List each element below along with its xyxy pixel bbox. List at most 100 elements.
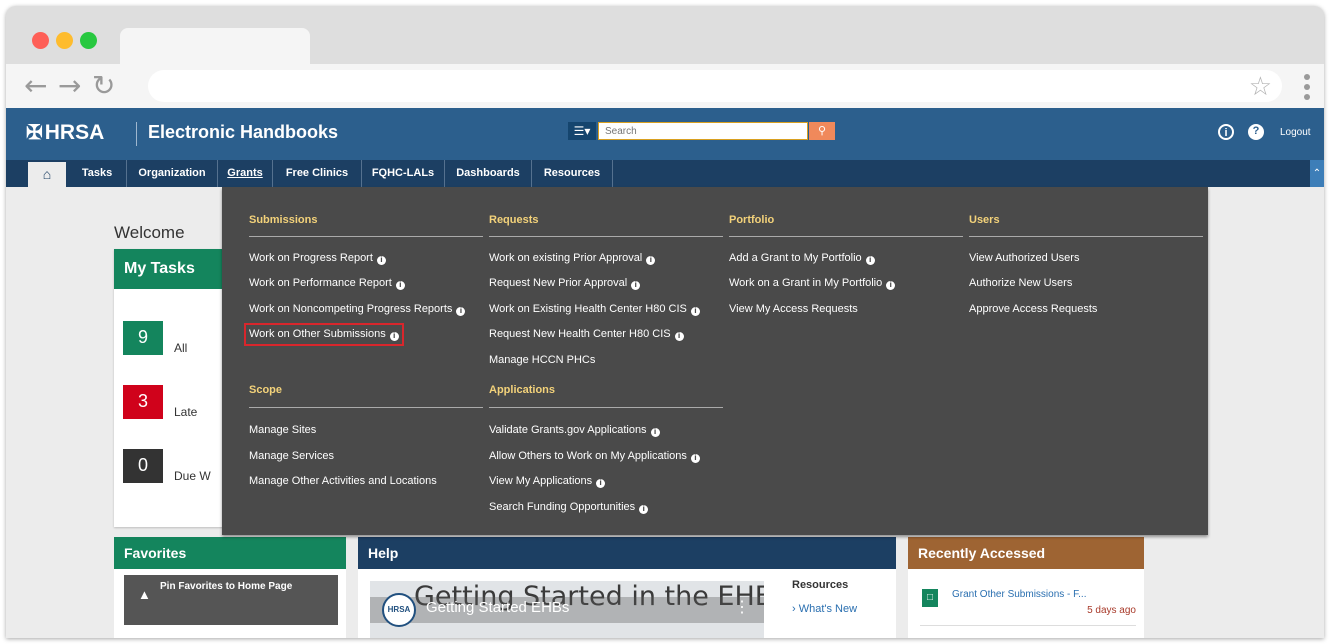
info-icon[interactable]: i bbox=[456, 307, 466, 316]
info-icon[interactable]: i bbox=[865, 256, 875, 265]
portfolio-rule bbox=[729, 236, 963, 237]
page-viewport: ✠HRSA Electronic Handbooks ☰▾ ⚲ i ? Logo… bbox=[6, 108, 1324, 638]
nav-free-clinics[interactable]: Free Clinics bbox=[273, 160, 362, 187]
tasks-late-label[interactable]: Late bbox=[174, 405, 197, 419]
tasks-all-label[interactable]: All bbox=[174, 341, 187, 355]
nav-dashboards[interactable]: Dashboards bbox=[445, 160, 532, 187]
nav-grants[interactable]: Grants bbox=[218, 160, 273, 187]
browser-menu-icon[interactable] bbox=[1304, 74, 1312, 104]
submissions-heading: Submissions bbox=[249, 214, 318, 226]
info-icon[interactable]: i bbox=[674, 332, 684, 341]
collapse-chevron-icon[interactable]: ⌃ bbox=[1310, 160, 1324, 187]
favorites-card: Favorites ▲ Pin Favorites to Home Page bbox=[114, 537, 346, 638]
menu-link-work-grant-portfolio[interactable]: Work on a Grant in My Portfolio i bbox=[729, 277, 896, 290]
menu-link-approve-access-requests[interactable]: Approve Access Requests bbox=[969, 303, 1097, 315]
video-channel-logo: HRSA bbox=[382, 593, 416, 627]
info-icon[interactable]: i bbox=[389, 332, 399, 341]
menu-link-authorize-new-users[interactable]: Authorize New Users bbox=[969, 277, 1072, 289]
menu-link-allow-others[interactable]: Allow Others to Work on My Applications i bbox=[489, 450, 700, 463]
menu-link-validate-applications[interactable]: Validate Grants.gov Applications i bbox=[489, 424, 660, 437]
tasks-all-count[interactable]: 9 bbox=[123, 321, 163, 355]
nav-fqhc-lals[interactable]: FQHC-LALs bbox=[362, 160, 445, 187]
menu-link-other-submissions[interactable]: Work on Other Submissions i bbox=[244, 323, 404, 346]
submissions-rule bbox=[249, 236, 483, 237]
users-heading: Users bbox=[969, 214, 1000, 226]
info-icon[interactable]: i bbox=[690, 307, 700, 316]
search-input[interactable] bbox=[598, 122, 808, 140]
menu-link-new-prior-approval[interactable]: Request New Prior Approval i bbox=[489, 277, 641, 290]
minimize-window-button[interactable] bbox=[56, 32, 73, 49]
video-more-icon[interactable]: ⋮ bbox=[734, 597, 750, 617]
nav-resources[interactable]: Resources bbox=[532, 160, 613, 187]
home-icon[interactable]: ⌂ bbox=[28, 162, 66, 187]
search-button[interactable]: ⚲ bbox=[809, 122, 835, 140]
info-icon[interactable]: i bbox=[646, 256, 656, 265]
info-icon[interactable]: i bbox=[596, 479, 606, 488]
menu-link-view-my-applications[interactable]: View My Applications i bbox=[489, 475, 606, 488]
pin-icon: ▲ bbox=[138, 587, 151, 602]
scope-heading: Scope bbox=[249, 384, 283, 396]
bookmark-star-icon[interactable]: ☆ bbox=[1249, 72, 1272, 102]
hamburger-menu-icon[interactable]: ☰▾ bbox=[568, 122, 596, 140]
hrsa-logo[interactable]: ✠HRSA bbox=[26, 120, 104, 145]
logout-link[interactable]: Logout bbox=[1280, 127, 1311, 138]
nav-tasks[interactable]: Tasks bbox=[68, 160, 127, 187]
menu-link-progress-report[interactable]: Work on Progress Report i bbox=[249, 252, 386, 265]
menu-link-existing-prior-approval[interactable]: Work on existing Prior Approval i bbox=[489, 252, 656, 265]
requests-rule bbox=[489, 236, 723, 237]
menu-link-manage-services[interactable]: Manage Services bbox=[249, 450, 334, 462]
info-icon[interactable]: i bbox=[631, 281, 641, 290]
hhs-eagle-icon: ✠ bbox=[26, 122, 43, 144]
pin-favorites-label: Pin Favorites to Home Page bbox=[160, 581, 293, 592]
info-icon[interactable]: i bbox=[376, 256, 386, 265]
scope-rule bbox=[249, 407, 483, 408]
document-icon: □ bbox=[922, 589, 938, 607]
tasks-due-count[interactable]: 0 bbox=[123, 449, 163, 483]
requests-heading: Requests bbox=[489, 214, 539, 226]
help-video[interactable]: Getting Started in the EHBs! HRSA Gettin… bbox=[370, 581, 764, 638]
app-title: Electronic Handbooks bbox=[148, 122, 339, 142]
recent-item-link[interactable]: Grant Other Submissions - F... bbox=[952, 589, 1087, 600]
tasks-late-count[interactable]: 3 bbox=[123, 385, 163, 419]
menu-link-view-authorized-users[interactable]: View Authorized Users bbox=[969, 252, 1079, 264]
close-window-button[interactable] bbox=[32, 32, 49, 49]
info-icon[interactable]: i bbox=[395, 281, 405, 290]
help-question-icon[interactable]: ? bbox=[1248, 124, 1264, 140]
menu-link-manage-sites[interactable]: Manage Sites bbox=[249, 424, 316, 436]
address-bar[interactable] bbox=[148, 70, 1282, 102]
recent-item-time: 5 days ago bbox=[1087, 605, 1136, 616]
whats-new-link[interactable]: › What's New bbox=[792, 603, 857, 615]
info-icon[interactable]: i bbox=[690, 454, 700, 463]
recently-accessed-card: Recently Accessed □ Grant Other Submissi… bbox=[908, 537, 1144, 638]
users-rule bbox=[969, 236, 1203, 237]
tasks-due-label[interactable]: Due W bbox=[174, 469, 211, 483]
search-icon: ⚲ bbox=[817, 125, 827, 137]
reload-icon[interactable]: ↻ bbox=[92, 72, 115, 100]
menu-link-existing-h80-cis[interactable]: Work on Existing Health Center H80 CIS i bbox=[489, 303, 700, 316]
user-profile-icon[interactable]: i bbox=[1218, 124, 1234, 140]
menu-link-manage-other-activities[interactable]: Manage Other Activities and Locations bbox=[249, 475, 437, 487]
app-header: ✠HRSA Electronic Handbooks ☰▾ ⚲ i ? Logo… bbox=[6, 108, 1324, 160]
info-icon[interactable]: i bbox=[650, 428, 660, 437]
menu-link-performance-report[interactable]: Work on Performance Report i bbox=[249, 277, 405, 290]
info-icon[interactable]: i bbox=[886, 281, 896, 290]
main-nav: ⌂ Tasks Organization Grants Free Clinics… bbox=[6, 160, 1324, 187]
browser-tab[interactable] bbox=[120, 28, 310, 66]
maximize-window-button[interactable] bbox=[80, 32, 97, 49]
recent-divider bbox=[920, 625, 1136, 626]
menu-link-add-grant-portfolio[interactable]: Add a Grant to My Portfolio i bbox=[729, 252, 875, 265]
menu-link-view-access-requests[interactable]: View My Access Requests bbox=[729, 303, 858, 315]
back-arrow-icon[interactable]: ← bbox=[24, 72, 47, 100]
help-card: Help Getting Started in the EHBs! HRSA G… bbox=[358, 537, 896, 638]
nav-organization[interactable]: Organization bbox=[127, 160, 218, 187]
menu-link-manage-hccn-phcs[interactable]: Manage HCCN PHCs bbox=[489, 354, 595, 366]
logo-text: HRSA bbox=[44, 121, 105, 144]
browser-toolbar: ← → ↻ ☆ bbox=[6, 64, 1324, 108]
pin-favorites-button[interactable]: ▲ Pin Favorites to Home Page bbox=[124, 575, 338, 625]
menu-link-noncompeting-reports[interactable]: Work on Noncompeting Progress Reports i bbox=[249, 303, 466, 316]
welcome-heading: Welcome bbox=[114, 223, 185, 242]
info-icon[interactable]: i bbox=[639, 505, 649, 514]
menu-link-search-funding[interactable]: Search Funding Opportunities i bbox=[489, 501, 649, 514]
menu-link-new-h80-cis[interactable]: Request New Health Center H80 CIS i bbox=[489, 328, 684, 341]
forward-arrow-icon[interactable]: → bbox=[58, 72, 81, 100]
